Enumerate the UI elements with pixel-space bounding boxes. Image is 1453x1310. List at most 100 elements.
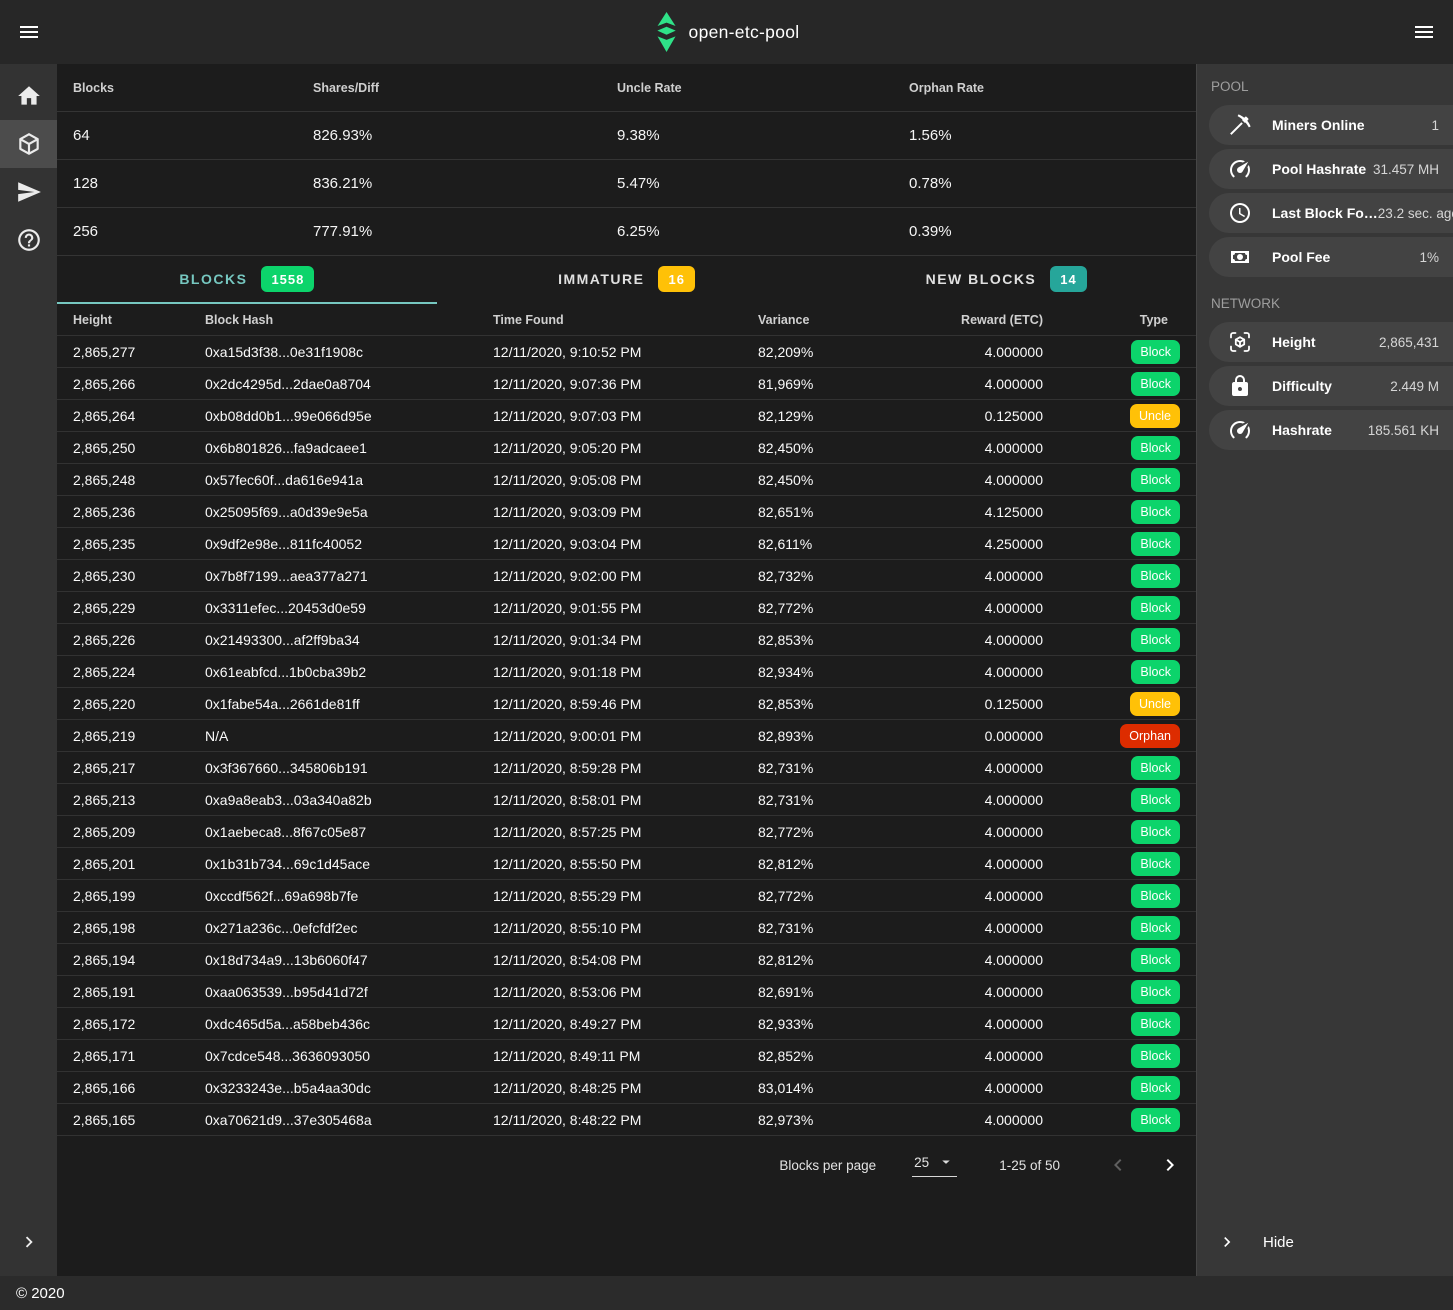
table-row: 2,865,1720xdc465d5a...a58beb436c12/11/20… — [57, 1008, 1196, 1040]
stats-cell: 64 — [73, 127, 313, 144]
cell-type: Block — [1043, 372, 1196, 396]
table-row: 2,865,2260x21493300...af2ff9ba3412/11/20… — [57, 624, 1196, 656]
cell-reward: 0.125000 — [917, 408, 1043, 424]
stats-cell: 0.78% — [909, 175, 1196, 192]
cell-block-hash: 0x6b801826...fa9adcaee1 — [205, 440, 493, 456]
tab-label: BLOCKS — [179, 271, 247, 287]
sidebar-item-blocks[interactable] — [0, 120, 57, 168]
hide-button[interactable]: Hide — [1197, 1218, 1453, 1266]
cell-variance: 82,731% — [758, 792, 917, 808]
stat-value: 1 — [1431, 118, 1453, 133]
cell-reward: 4.000000 — [917, 472, 1043, 488]
stat-value: 23.2 sec. ago — [1378, 206, 1453, 221]
app-header: open-etc-pool — [0, 0, 1453, 64]
stat-value: 1% — [1419, 250, 1453, 265]
cell-reward: 4.000000 — [917, 888, 1043, 904]
cell-type: Block — [1043, 596, 1196, 620]
type-chip: Block — [1131, 1108, 1180, 1132]
tab-new-blocks[interactable]: NEW BLOCKS14 — [816, 256, 1196, 304]
cell-type: Block — [1043, 1076, 1196, 1100]
cell-block-hash: 0xa15d3f38...0e31f1908c — [205, 344, 493, 360]
column-header: Variance — [758, 313, 917, 327]
tab-blocks[interactable]: BLOCKS 1558 — [57, 256, 437, 304]
cell-variance: 82,731% — [758, 920, 917, 936]
cell-block-hash: 0xdc465d5a...a58beb436c — [205, 1016, 493, 1032]
sidebar-item-home[interactable] — [0, 72, 57, 120]
type-chip: Block — [1131, 532, 1180, 556]
cell-block-hash: 0x1b31b734...69c1d45ace — [205, 856, 493, 872]
sidebar-expand-button[interactable] — [0, 1218, 57, 1266]
cell-reward: 4.000000 — [917, 344, 1043, 360]
tab-badge: 1558 — [261, 266, 314, 292]
cell-block-hash: 0x21493300...af2ff9ba34 — [205, 632, 493, 648]
cell-block-hash: 0x3233243e...b5a4aa30dc — [205, 1080, 493, 1096]
type-chip: Block — [1131, 596, 1180, 620]
stat-item: Hashrate185.561 KH — [1209, 410, 1453, 450]
type-chip: Block — [1131, 372, 1180, 396]
tab-label: IMMATURE — [558, 271, 644, 287]
sidebar-item-payments[interactable] — [0, 168, 57, 216]
cell-block-hash: 0x61eabfcd...1b0cba39b2 — [205, 664, 493, 680]
type-chip: Block — [1131, 1012, 1180, 1036]
per-page-select[interactable]: 25 — [912, 1153, 957, 1177]
table-row: 2,865,1940x18d734a9...13b6060f4712/11/20… — [57, 944, 1196, 976]
cell-variance: 82,973% — [758, 1112, 917, 1128]
type-chip: Block — [1131, 916, 1180, 940]
cell-block-hash: 0x1fabe54a...2661de81ff — [205, 696, 493, 712]
cell-type: Block — [1043, 884, 1196, 908]
column-header: Type — [1043, 313, 1196, 327]
type-chip: Block — [1131, 852, 1180, 876]
tab-badge: 14 — [1050, 266, 1086, 292]
network-items: Height2,865,431Difficulty2.449 MHashrate… — [1197, 322, 1453, 450]
sidebar-item-help[interactable] — [0, 216, 57, 264]
next-page-button[interactable] — [1158, 1153, 1182, 1177]
pickaxe-icon — [1228, 113, 1252, 137]
sidebar — [0, 64, 57, 1276]
type-chip: Block — [1131, 948, 1180, 972]
cell-reward: 0.000000 — [917, 728, 1043, 744]
table-row: 2,865,2170x3f367660...345806b19112/11/20… — [57, 752, 1196, 784]
cell-time-found: 12/11/2020, 8:59:28 PM — [493, 760, 758, 776]
gauge-icon — [1228, 157, 1252, 181]
cell-variance: 82,772% — [758, 600, 917, 616]
cube-icon — [16, 131, 42, 157]
cell-time-found: 12/11/2020, 9:07:36 PM — [493, 376, 758, 392]
cell-block-hash: 0x9df2e98e...811fc40052 — [205, 536, 493, 552]
table-row: 2,865,1710x7cdce548...363609305012/11/20… — [57, 1040, 1196, 1072]
app-footer: © 2020 — [0, 1276, 1453, 1310]
cell-type: Block — [1043, 564, 1196, 588]
cell-type: Block — [1043, 916, 1196, 940]
stat-label: Miners Online — [1272, 117, 1365, 133]
copyright-text: © 2020 — [16, 1285, 65, 1302]
cell-reward: 4.000000 — [917, 824, 1043, 840]
cell-height: 2,865,235 — [57, 536, 205, 552]
cell-block-hash: 0x25095f69...a0d39e9e5a — [205, 504, 493, 520]
table-row: 2,865,2350x9df2e98e...811fc4005212/11/20… — [57, 528, 1196, 560]
cell-height: 2,865,230 — [57, 568, 205, 584]
menu-button-left[interactable] — [17, 20, 41, 44]
cell-variance: 82,934% — [758, 664, 917, 680]
cell-variance: 82,651% — [758, 504, 917, 520]
menu-button-right[interactable] — [1412, 20, 1436, 44]
main-content: BlocksShares/DiffUncle RateOrphan Rate64… — [57, 64, 1196, 1276]
cell-height: 2,865,217 — [57, 760, 205, 776]
tab-immature[interactable]: IMMATURE16 — [437, 256, 817, 304]
cell-variance: 82,732% — [758, 568, 917, 584]
cell-variance: 83,014% — [758, 1080, 917, 1096]
right-panel: POOL Miners Online1Pool Hashrate31.457 M… — [1196, 64, 1453, 1276]
stats-cell: 0.39% — [909, 223, 1196, 240]
cell-height: 2,865,201 — [57, 856, 205, 872]
stat-item: Miners Online 1 — [1209, 105, 1453, 145]
stats-column-header: Orphan Rate — [909, 81, 1196, 95]
gauge-icon — [1228, 418, 1252, 442]
column-header: Time Found — [493, 313, 758, 327]
type-chip: Block — [1131, 564, 1180, 588]
cell-reward: 4.000000 — [917, 856, 1043, 872]
prev-page-button[interactable] — [1106, 1153, 1130, 1177]
stats-cell: 9.38% — [617, 127, 909, 144]
cell-block-hash: 0x3311efec...20453d0e59 — [205, 600, 493, 616]
cell-block-hash: 0x1aebeca8...8f67c05e87 — [205, 824, 493, 840]
cell-block-hash: 0xa9a8eab3...03a340a82b — [205, 792, 493, 808]
cell-height: 2,865,166 — [57, 1080, 205, 1096]
cell-reward: 4.000000 — [917, 792, 1043, 808]
